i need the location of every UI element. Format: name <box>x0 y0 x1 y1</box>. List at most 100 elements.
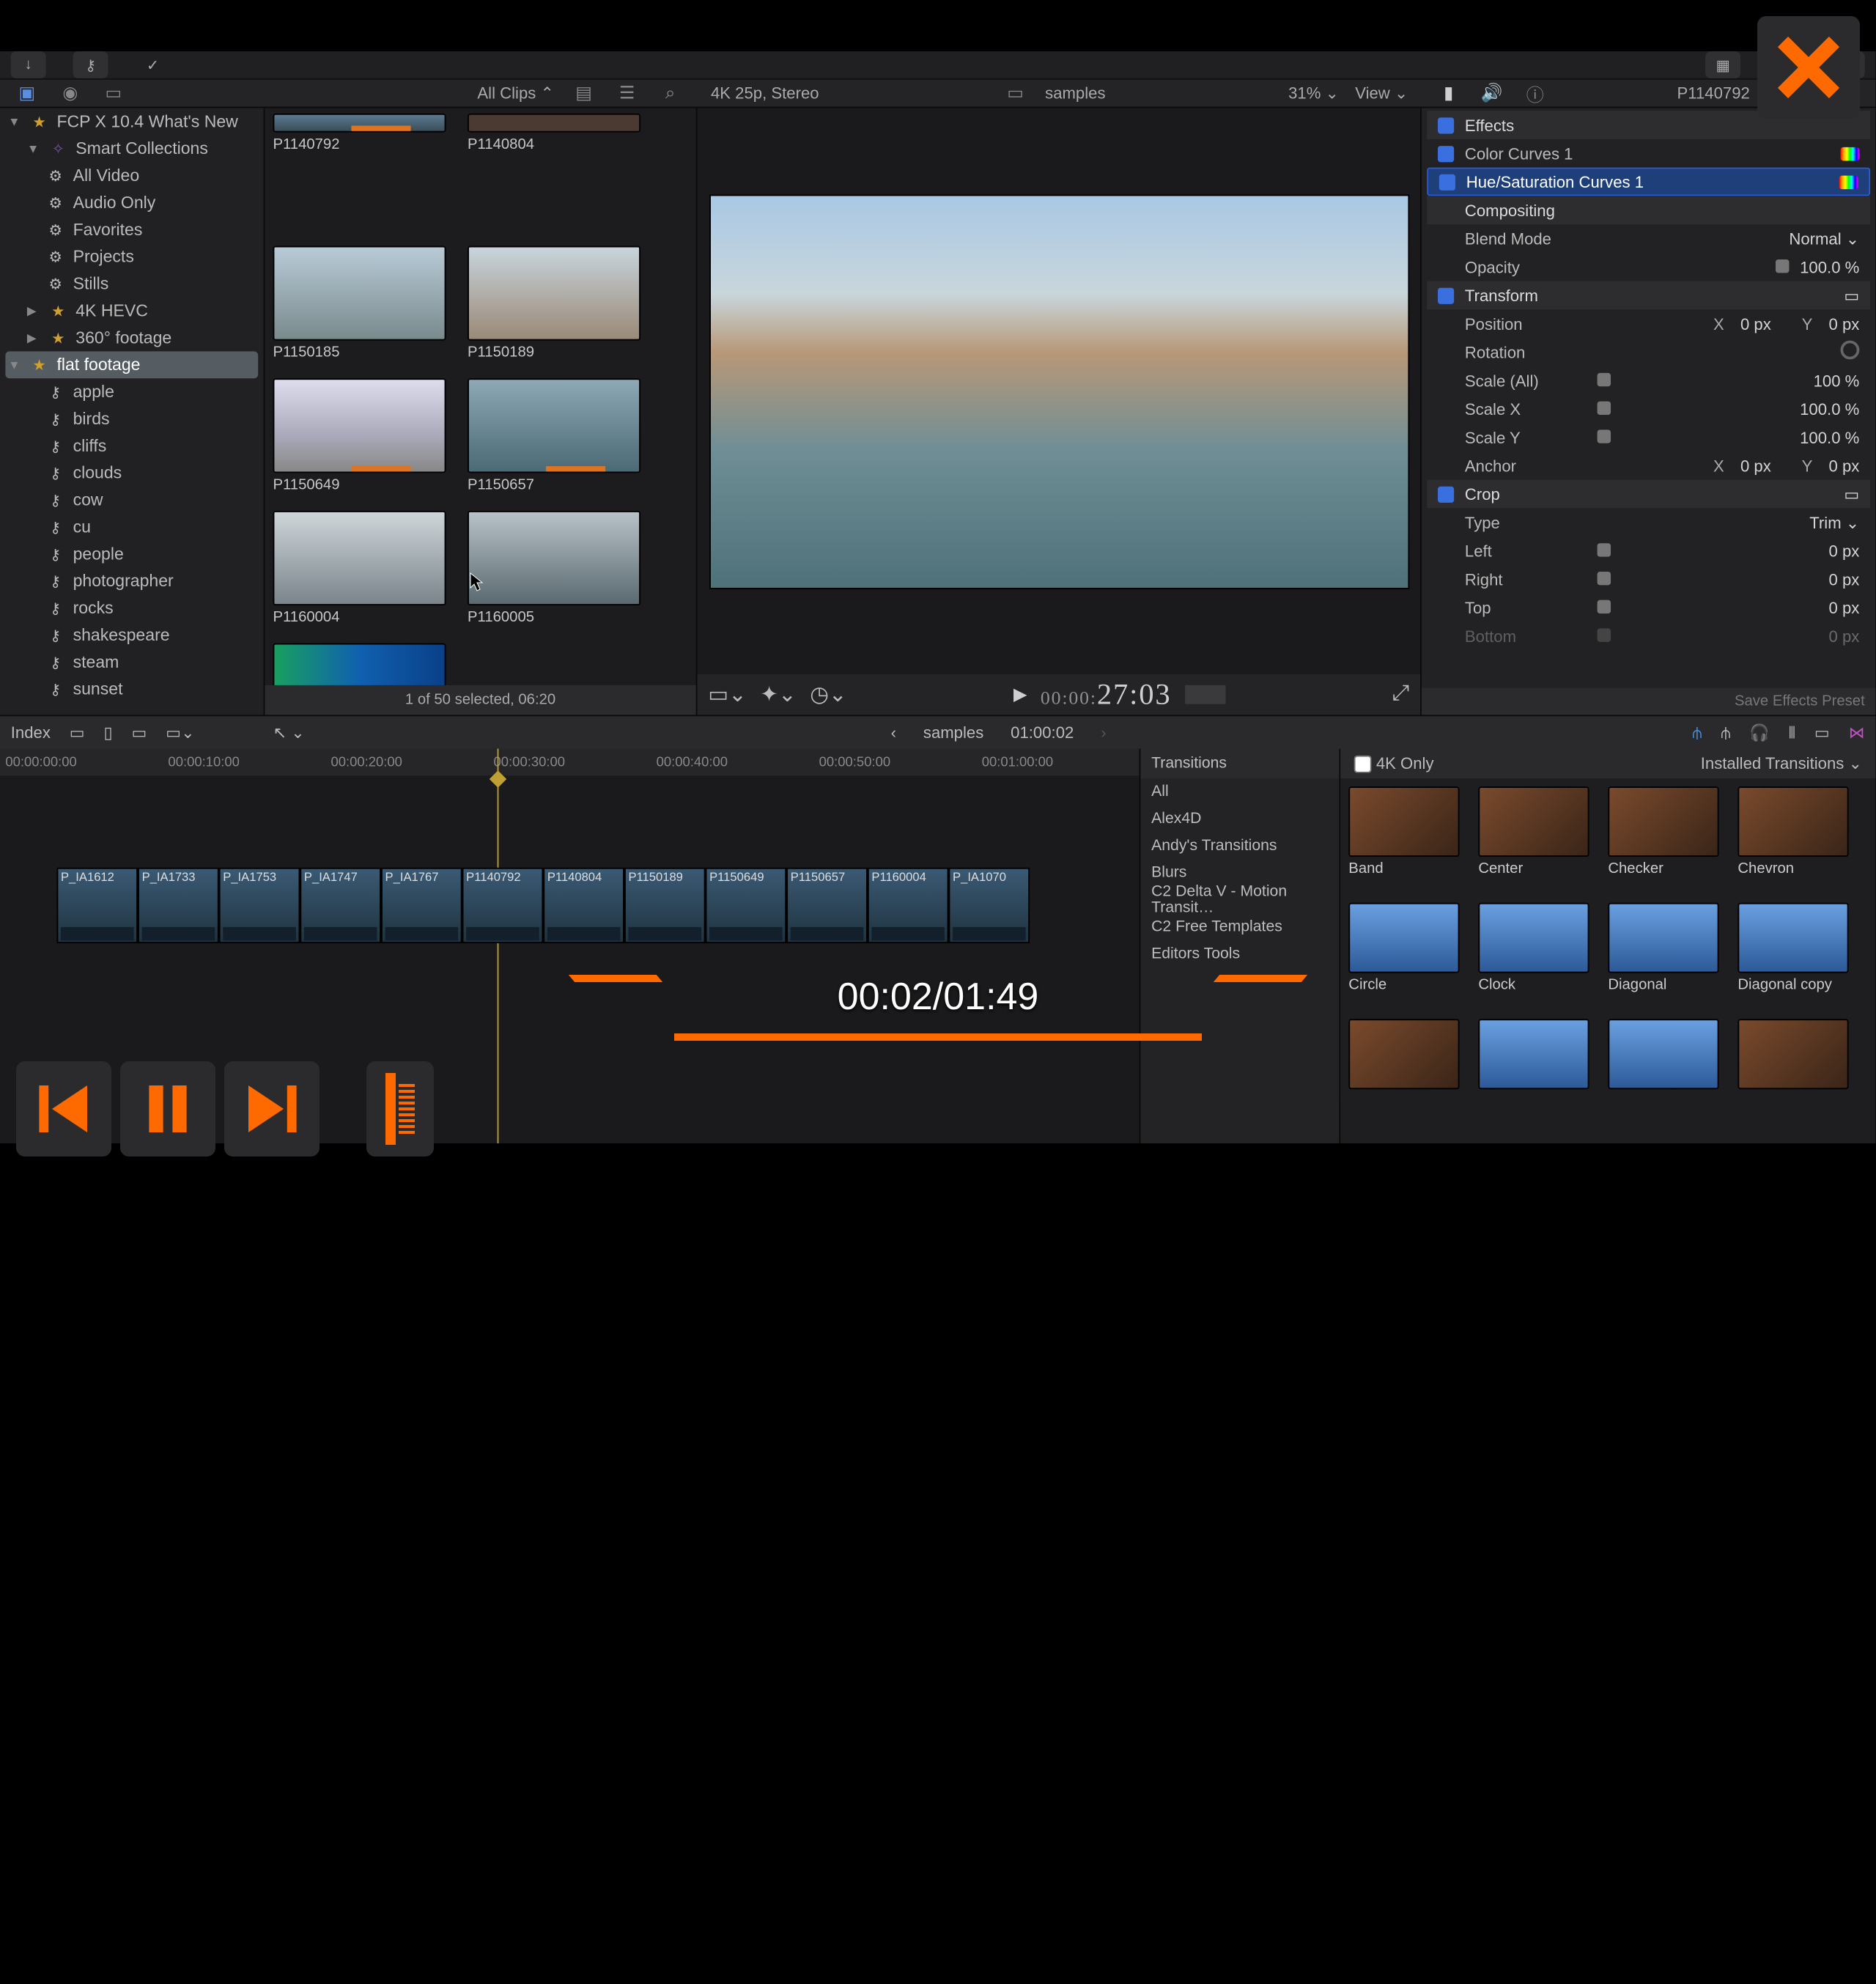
timeline-clip[interactable]: P_IA1767 <box>381 868 462 943</box>
position[interactable]: PositionX0 px Y0 px <box>1427 309 1870 338</box>
kw-apple[interactable]: ⚷apple <box>0 378 264 405</box>
play-button[interactable]: ▶ <box>1013 684 1027 706</box>
trans-cat[interactable]: Blurs <box>1140 860 1339 887</box>
trans-cat[interactable]: Andy's Transitions <box>1140 833 1339 860</box>
crop-right[interactable]: Right0 px <box>1427 565 1870 594</box>
kw-people[interactable]: ⚷people <box>0 541 264 568</box>
tl-icon[interactable]: 🎧 <box>1749 723 1770 742</box>
clip[interactable]: P1150649 <box>273 378 448 511</box>
tl-icon[interactable]: ⫛ <box>1721 723 1730 743</box>
tl-icon[interactable]: ▭ <box>1814 723 1830 742</box>
prev-button[interactable] <box>16 1061 111 1157</box>
transform-tool[interactable]: ▭⌄ <box>708 681 747 708</box>
clip[interactable]: P1150657 <box>468 378 643 511</box>
event-4k[interactable]: ▶★4K HEVC <box>0 298 264 325</box>
tl-icon[interactable]: ⫴ <box>1789 723 1795 743</box>
timeline-clip[interactable]: P1150657 <box>786 868 868 943</box>
photos-icon[interactable]: ◉ <box>56 80 84 107</box>
smart-stills[interactable]: ⚙Stills <box>0 270 264 298</box>
kw-rocks[interactable]: ⚷rocks <box>0 594 264 622</box>
history-back[interactable]: ‹ <box>891 723 896 742</box>
clip-filter[interactable]: All Clips ⌃ <box>477 84 554 103</box>
kw-clouds[interactable]: ⚷clouds <box>0 460 264 487</box>
transition-item[interactable]: Checker <box>1608 786 1721 903</box>
crop-top[interactable]: Top0 px <box>1427 593 1870 622</box>
tl-icon[interactable]: ⋈ <box>1849 723 1865 742</box>
transition-item[interactable] <box>1478 1019 1592 1135</box>
timeline-clip[interactable]: P1160004 <box>868 868 949 943</box>
smart-favorites[interactable]: ⚙Favorites <box>0 216 264 243</box>
pause-button[interactable] <box>120 1061 215 1157</box>
clip[interactable]: P1160005 <box>468 511 643 643</box>
history-fwd[interactable]: › <box>1101 723 1106 742</box>
smart-audio-only[interactable]: ⚙Audio Only <box>0 189 264 216</box>
smart-collections[interactable]: ▼✧Smart Collections <box>0 135 264 162</box>
tl-tool[interactable]: ▯ <box>103 723 112 742</box>
crop-left[interactable]: Left0 px <box>1427 536 1870 565</box>
onscreen-icon[interactable]: ▭ <box>1844 484 1859 504</box>
scale-all[interactable]: Scale (All)100 % <box>1427 366 1870 395</box>
trans-cat[interactable]: Alex4D <box>1140 805 1339 833</box>
4k-only-checkbox[interactable] <box>1354 756 1372 773</box>
video-inspector-icon[interactable]: ▮ <box>1435 80 1462 107</box>
ruler[interactable]: 00:00:00:0000:00:10:0000:00:20:0000:00:3… <box>0 749 1139 776</box>
transition-item[interactable]: Diagonal copy <box>1737 903 1851 1019</box>
layout-grid-button[interactable]: ▦ <box>1705 51 1740 78</box>
trans-cat[interactable]: C2 Delta V - Motion Transit… <box>1140 887 1339 914</box>
fullscreen-icon[interactable]: ⤢ <box>1392 682 1410 707</box>
clip[interactable]: P1140792 <box>273 114 448 246</box>
transition-item[interactable]: Center <box>1478 786 1592 903</box>
transition-item[interactable]: Band <box>1348 786 1462 903</box>
speed-button[interactable] <box>366 1061 434 1157</box>
view-menu[interactable]: View ⌄ <box>1355 84 1408 103</box>
tl-tool[interactable]: ▭ <box>70 723 85 742</box>
timeline-clip[interactable]: P1150189 <box>624 868 706 943</box>
arrow-tool[interactable]: ↖ ⌄ <box>273 723 305 742</box>
onscreen-icon[interactable]: ▭ <box>1844 286 1859 305</box>
transition-item[interactable]: Circle <box>1348 903 1462 1019</box>
effect-hsl-curves[interactable]: Hue/Saturation Curves 1 <box>1427 168 1870 196</box>
filmstrip-icon[interactable]: ▤ <box>570 80 597 107</box>
transition-item[interactable] <box>1737 1019 1851 1135</box>
trans-cat[interactable]: Editors Tools <box>1140 940 1339 967</box>
timeline-clip[interactable]: P_IA1733 <box>138 868 219 943</box>
event-360[interactable]: ▶★360° footage <box>0 324 264 351</box>
opacity[interactable]: Opacity100.0 % <box>1427 253 1870 281</box>
transition-item[interactable]: Clock <box>1478 903 1592 1019</box>
trans-cat[interactable]: All <box>1140 778 1339 805</box>
timeline-clip[interactable]: P1150649 <box>706 868 787 943</box>
installed-label[interactable]: Installed Transitions ⌄ <box>1701 754 1862 773</box>
crop-bottom[interactable]: Bottom0 px <box>1427 622 1870 650</box>
timeline-clip[interactable]: P_IA1612 <box>56 868 138 943</box>
timeline-clip[interactable]: P1140804 <box>543 868 624 943</box>
crop-type[interactable]: TypeTrim ⌄ <box>1427 508 1870 536</box>
next-button[interactable] <box>224 1061 320 1157</box>
audio-inspector-icon[interactable]: 🔊 <box>1478 80 1505 107</box>
zoom-level[interactable]: 31% ⌄ <box>1288 84 1339 103</box>
smart-projects[interactable]: ⚙Projects <box>0 243 264 270</box>
anchor[interactable]: AnchorX0 px Y0 px <box>1427 451 1870 480</box>
keyword-button[interactable]: ⚷ <box>73 51 108 78</box>
trans-cat[interactable]: C2 Free Templates <box>1140 913 1339 940</box>
bg-tasks-button[interactable]: ✓ <box>135 51 170 78</box>
tl-tool[interactable]: ▭⌄ <box>166 723 194 742</box>
save-effects-preset[interactable]: Save Effects Preset <box>1422 688 1876 715</box>
index-button[interactable]: Index <box>11 723 51 742</box>
rotation[interactable]: Rotation <box>1427 338 1870 366</box>
scale-x[interactable]: Scale X100.0 % <box>1427 394 1870 423</box>
close-button[interactable] <box>1757 16 1860 119</box>
search-icon[interactable]: ⌕ <box>657 80 684 107</box>
timeline-clip[interactable]: P1140792 <box>462 868 544 943</box>
viewer-frame[interactable] <box>709 194 1408 589</box>
kw-cu[interactable]: ⚷cu <box>0 514 264 541</box>
library-root[interactable]: ▼★FCP X 10.4 What's New <box>0 108 264 135</box>
blend-mode[interactable]: Blend ModeNormal ⌄ <box>1427 224 1870 253</box>
tl-icon[interactable]: ⫛ <box>1692 723 1702 743</box>
clip[interactable]: P1140804 <box>468 114 643 246</box>
transition-item[interactable]: Chevron <box>1737 786 1851 903</box>
retime-tool[interactable]: ◷⌄ <box>810 681 846 708</box>
clip[interactable]: Rainbow lo…feeding A <box>273 643 448 685</box>
transition-item[interactable] <box>1608 1019 1721 1135</box>
effect-color-curves[interactable]: Color Curves 1 <box>1427 139 1870 168</box>
kw-shakespeare[interactable]: ⚷shakespeare <box>0 622 264 649</box>
